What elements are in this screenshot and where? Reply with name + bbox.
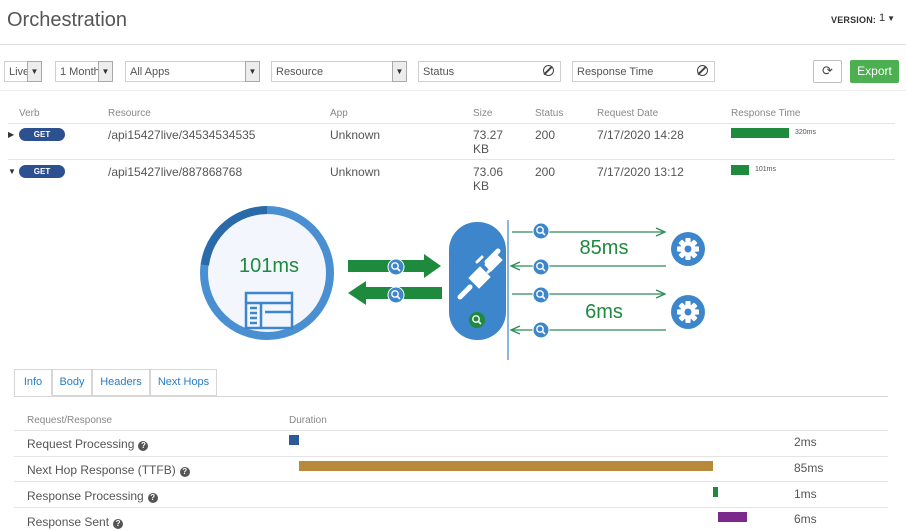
duration-value: 1ms (794, 487, 817, 501)
detail-row-label: Request Processing? (27, 437, 149, 451)
tab-bar-divider (14, 396, 888, 397)
duration-bar (713, 487, 718, 497)
gear-icon[interactable] (671, 232, 705, 266)
help-icon[interactable]: ? (147, 493, 158, 503)
hop-2-duration: 6ms (585, 301, 623, 323)
tab-body[interactable]: Body (52, 369, 92, 396)
column-header-duration: Duration (289, 415, 327, 426)
duration-bar (299, 461, 713, 471)
duration-value: 6ms (794, 512, 817, 526)
inspect-gateway-icon[interactable] (469, 312, 485, 328)
help-icon[interactable]: ? (179, 467, 190, 477)
inspect-hop-request-icon[interactable] (532, 222, 550, 240)
duration-bar (289, 435, 299, 445)
details-row-divider (14, 481, 888, 482)
tab-next-hops[interactable]: Next Hops (150, 369, 217, 396)
detail-label-text: Response Processing (27, 489, 144, 503)
duration-value: 2ms (794, 435, 817, 449)
column-header-request-response: Request/Response (27, 415, 113, 426)
detail-row-label: Next Hop Response (TTFB)? (27, 463, 190, 477)
help-icon[interactable]: ? (138, 441, 149, 451)
detail-row-label: Response Sent? (27, 515, 124, 529)
detail-label-text: Request Processing (27, 437, 135, 451)
details-row-divider (14, 456, 888, 457)
inspect-hop-request-icon[interactable] (532, 286, 550, 304)
orchestration-diagram: 85ms 6ms 101ms (200, 206, 705, 360)
gear-icon[interactable] (671, 295, 705, 329)
tab-info[interactable]: Info (14, 369, 52, 396)
inspect-hop-response-icon[interactable] (532, 258, 550, 276)
inspect-response-icon[interactable] (387, 286, 405, 304)
detail-label-text: Next Hop Response (TTFB) (27, 463, 176, 477)
inspect-hop-response-icon[interactable] (532, 321, 550, 339)
detail-row-label: Response Processing? (27, 489, 158, 503)
duration-bar (718, 512, 747, 522)
total-duration: 101ms (239, 255, 299, 277)
help-icon[interactable]: ? (113, 519, 124, 529)
duration-value: 85ms (794, 461, 824, 475)
detail-label-text: Response Sent (27, 515, 110, 529)
hop-1-duration: 85ms (580, 237, 629, 259)
details-divider (14, 430, 888, 431)
details-row-divider (14, 507, 888, 508)
tab-headers[interactable]: Headers (92, 369, 150, 396)
inspect-request-icon[interactable] (387, 258, 405, 276)
